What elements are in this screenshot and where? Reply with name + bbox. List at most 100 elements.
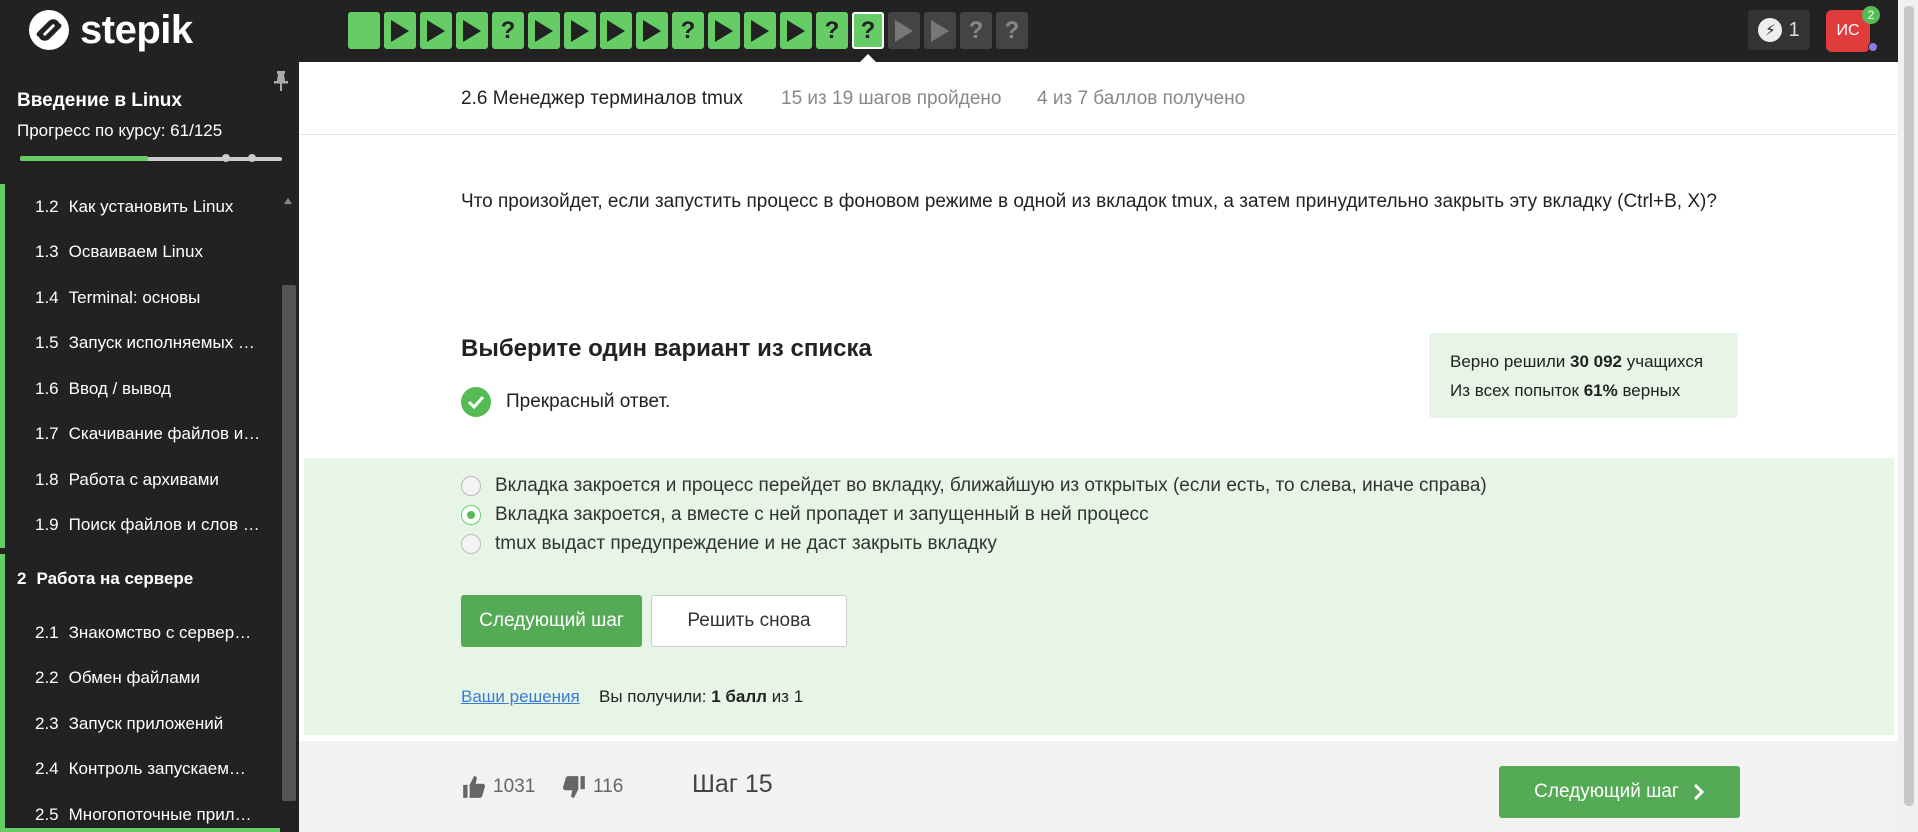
lesson-number: 1.8 (35, 469, 59, 489)
step-nav-12[interactable] (744, 12, 776, 49)
sidebar-section-2[interactable]: 2 Работа на сервере (0, 548, 280, 610)
step-nav-2[interactable] (384, 12, 416, 49)
score-value: 1 балл (711, 687, 767, 706)
thumbs-up-icon (463, 776, 485, 798)
stepik-logo-icon (29, 10, 69, 50)
step-nav-4[interactable] (456, 12, 488, 49)
sidebar-item-2-3[interactable]: 2.3 Запуск приложений (0, 701, 280, 747)
question-icon: ? (824, 16, 840, 44)
step-nav-6[interactable] (528, 12, 560, 49)
step-nav-14[interactable]: ? (816, 12, 848, 49)
step-nav-7[interactable] (564, 12, 596, 49)
sidebar-item-1-9[interactable]: 1.9 Поиск файлов и слов … (0, 502, 280, 549)
feedback: Прекрасный ответ. (461, 387, 670, 417)
sidebar-item-2-4[interactable]: 2.4 Контроль запускаем… (0, 746, 280, 793)
sidebar-item-1-6[interactable]: 1.6 Ввод / вывод (0, 366, 280, 412)
play-icon (463, 19, 481, 42)
step-nav-18[interactable]: ? (960, 12, 992, 49)
lesson-label: Как установить Linux (68, 196, 234, 216)
step-number: Шаг 15 (692, 770, 773, 798)
status-dot (1868, 42, 1878, 52)
step-nav-15[interactable]: ? (852, 12, 884, 49)
step-nav-5[interactable]: ? (492, 12, 524, 49)
sidebar-item-1-5[interactable]: 1.5 Запуск исполняемых … (0, 320, 280, 367)
pin-icon[interactable] (272, 70, 290, 92)
play-icon (607, 19, 625, 42)
lesson-label: Ввод / вывод (68, 378, 172, 398)
sidebar-item-2-2[interactable]: 2.2 Обмен файлами (0, 655, 280, 702)
sidebar-item-2-1[interactable]: 2.1 Знакомство с сервер… (0, 610, 280, 656)
step-nav-19[interactable]: ? (996, 12, 1028, 49)
page-scrollbar-thumb[interactable] (1904, 6, 1914, 806)
lesson-label: Запуск приложений (68, 713, 224, 733)
lesson-title: 2.6 Менеджер терминалов tmux (461, 88, 743, 109)
step-nav-9[interactable] (636, 12, 668, 49)
answer-option-label: Вкладка закроется и процесс перейдет во … (495, 475, 1487, 496)
active-lesson-indicator (0, 828, 280, 832)
likes-count: 1031 (493, 776, 536, 797)
step-footer: 1031 116 Шаг 15 Следующий шаг (299, 741, 1898, 832)
sidebar-item-1-7[interactable]: 1.7 Скачивание файлов и… (0, 411, 280, 458)
lesson-label: Знакомство с сервер… (68, 622, 252, 642)
play-icon (535, 19, 553, 42)
radio-button[interactable] (461, 476, 481, 496)
play-icon (571, 19, 589, 42)
sidebar-scrollbar[interactable] (282, 285, 296, 801)
play-icon (427, 19, 445, 42)
step-nav-8[interactable] (600, 12, 632, 49)
check-icon (461, 387, 491, 417)
retry-button[interactable]: Решить снова (651, 595, 847, 647)
answer-option-2[interactable]: Вкладка закроется, а вместе с ней пропад… (461, 504, 1149, 526)
lesson-number: 1.2 (35, 196, 59, 216)
stepik-logo[interactable]: stepik (28, 8, 193, 52)
step-nav-3[interactable] (420, 12, 452, 49)
lesson-number: 2.1 (35, 622, 59, 642)
play-icon (391, 19, 409, 42)
like-button[interactable]: 1031 (461, 774, 535, 800)
course-title[interactable]: Введение в Linux (17, 90, 182, 112)
lesson-number: 2.5 (35, 804, 59, 824)
top-bar: stepik ?????? ⚡ 1 ИС 2 (0, 0, 1898, 62)
lesson-label: Terminal: основы (68, 287, 201, 307)
sidebar-item-1-8[interactable]: 1.8 Работа с архивами (0, 457, 280, 503)
lesson-number: 2.2 (35, 668, 59, 688)
answer-option-3[interactable]: tmux выдаст предупреждение и не даст зак… (461, 533, 997, 555)
footer-next-step-button[interactable]: Следующий шаг (1499, 766, 1740, 818)
sidebar-item-1-3[interactable]: 1.3 Осваиваем Linux (0, 229, 280, 276)
answer-option-label: Вкладка закроется, а вместе с ней пропад… (495, 504, 1149, 525)
step-nav-17[interactable] (924, 12, 956, 49)
dislikes-count: 116 (593, 776, 624, 797)
step-nav-13[interactable] (780, 12, 812, 49)
step-nav-1[interactable] (348, 12, 380, 49)
notification-badge: 2 (1862, 6, 1880, 24)
question-icon: ? (680, 16, 696, 44)
dislike-button[interactable]: 116 (561, 774, 623, 800)
progress-marker (248, 154, 256, 162)
step-nav-11[interactable] (708, 12, 740, 49)
sidebar-item-1-4[interactable]: 1.4 Terminal: основы (0, 275, 280, 321)
answer-option-1[interactable]: Вкладка закроется и процесс перейдет во … (461, 475, 1487, 497)
play-icon (751, 19, 769, 42)
lesson-points: 4 из 7 баллов получено (1037, 88, 1246, 109)
lesson-number: 2.4 (35, 759, 59, 779)
choose-title: Выберите один вариант из списка (461, 335, 872, 362)
energy-counter[interactable]: ⚡ 1 (1748, 10, 1810, 50)
sidebar-item-2-5[interactable]: 2.5 Многопоточные прил… (0, 792, 280, 832)
progress-fill (20, 156, 149, 161)
play-icon (895, 19, 913, 42)
your-solutions-link[interactable]: Ваши решения (461, 687, 580, 707)
step-nav-10[interactable]: ? (672, 12, 704, 49)
step-nav-16[interactable] (888, 12, 920, 49)
radio-button[interactable] (461, 505, 481, 525)
next-step-button[interactable]: Следующий шаг (461, 595, 642, 647)
stepik-logo-text: stepik (80, 7, 193, 52)
course-progress-text: Прогресс по курсу: 61/125 (17, 121, 223, 140)
radio-button[interactable] (461, 534, 481, 554)
sidebar-item-1-2[interactable]: 1.2 Как установить Linux (0, 184, 280, 230)
scroll-up-icon[interactable] (284, 198, 292, 204)
lesson-number: 1.7 (35, 424, 59, 444)
lesson-steps-progress: 15 из 19 шагов пройдено (781, 88, 1002, 109)
success-rate: 61% (1583, 381, 1618, 400)
section-label: Работа на сервере (36, 569, 194, 588)
lesson-number: 1.6 (35, 378, 59, 398)
